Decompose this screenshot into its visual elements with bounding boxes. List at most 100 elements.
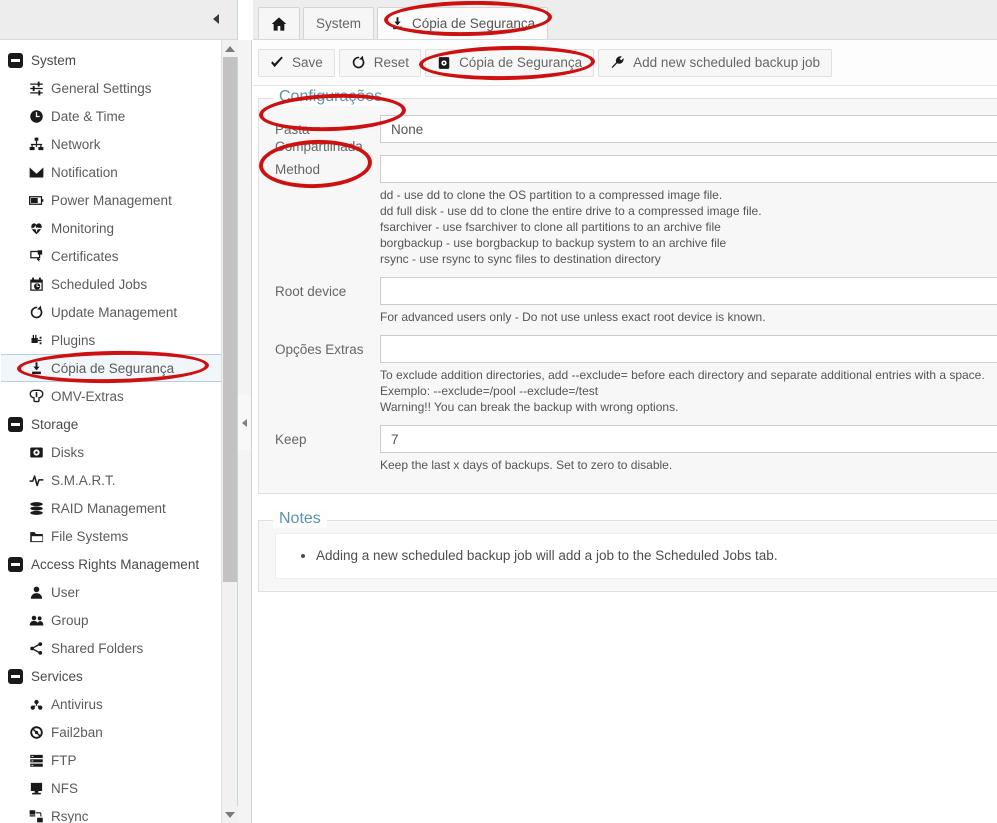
clock-icon <box>29 107 51 125</box>
sidebar-item-storage[interactable]: Storage <box>1 410 237 438</box>
sidebar-item-antivirus[interactable]: Antivirus <box>1 690 237 718</box>
sidebar-item-label: Date & Time <box>51 108 126 124</box>
scrollbar-thumb[interactable] <box>223 57 237 582</box>
sidebar-item-label: Access Rights Management <box>31 556 200 572</box>
sidebar-item-system[interactable]: System <box>1 46 237 74</box>
form-row: Method dd - use dd to clone the OS partit… <box>259 155 997 277</box>
navigation-scroll-area[interactable]: System General Settings Date & Time Network… <box>0 40 237 823</box>
sidebar-item-ftp[interactable]: FTP <box>1 746 237 774</box>
sidebar-item-scheduled-jobs[interactable]: Scheduled Jobs <box>1 270 237 298</box>
envelope-icon <box>29 163 51 181</box>
sidebar-item-label: Shared Folders <box>51 640 144 656</box>
field-input-method[interactable] <box>380 155 997 183</box>
sidebar-item-rsync[interactable]: Rsync <box>1 802 237 823</box>
field-label: Pasta Compartilhada <box>275 122 363 154</box>
splitter-collapse-handle[interactable] <box>238 395 251 450</box>
sidebar-item-notification[interactable]: Notification <box>1 158 237 186</box>
sidebar-item-label: RAID Management <box>51 500 166 516</box>
sidebar-item-update-management[interactable]: Update Management <box>1 298 237 326</box>
row-spacer <box>380 143 997 153</box>
sidebar-item-plugins[interactable]: Plugins <box>1 326 237 354</box>
tab-system[interactable]: System <box>303 7 375 39</box>
sidebar-item-access-rights-management[interactable]: Access Rights Management <box>1 550 237 578</box>
field-hint: dd - use dd to clone the OS partition to… <box>380 188 762 266</box>
sidebar-item-label: File Systems <box>51 528 129 544</box>
toolbar-button-label: Cópia de Segurança <box>459 55 583 70</box>
field-hint: For advanced users only - Do not use unl… <box>380 310 766 324</box>
navigation-scrollbar[interactable] <box>221 40 238 823</box>
sidebar-item-general-settings[interactable]: General Settings <box>1 74 237 102</box>
sidebar-item-label: FTP <box>51 752 77 768</box>
sidebar-item-raid-management[interactable]: RAID Management <box>1 494 237 522</box>
sidebar-item-network[interactable]: Network <box>1 130 237 158</box>
sidebar-item-c-pia-de-seguran-a[interactable]: Cópia de Segurança <box>1 354 222 382</box>
field-label: Opções Extras <box>275 342 364 357</box>
sidebar-item-label: Fail2ban <box>51 724 103 740</box>
server-icon <box>29 751 51 769</box>
row-spacer <box>380 415 997 425</box>
field-input-op-es-extras[interactable] <box>380 335 997 363</box>
notes-content: Adding a new scheduled backup job will a… <box>275 533 997 579</box>
sidebar-header <box>0 0 237 40</box>
field-input-keep[interactable]: 7 <box>380 425 997 453</box>
tab-home[interactable] <box>258 7 300 39</box>
sidebar-item-power-management[interactable]: Power Management <box>1 186 237 214</box>
field-label: Method <box>275 162 321 177</box>
collapse-left-panel-icon[interactable] <box>208 11 224 27</box>
heartbeat-icon <box>29 219 51 237</box>
collapse-minus-icon[interactable] <box>8 416 23 432</box>
c-pia-de-seguran-a-button[interactable]: Cópia de Segurança <box>425 48 595 77</box>
collapse-minus-icon[interactable] <box>8 556 23 572</box>
sidebar-item-user[interactable]: User <box>1 578 237 606</box>
tab-c-pia-de-seguran-a[interactable]: Cópia de Segurança <box>377 7 549 39</box>
sidebar-item-nfs[interactable]: NFS <box>1 774 237 802</box>
field-input-root-device[interactable] <box>380 277 997 305</box>
form-toolbar: Save Reset Cópia de Segurança Add new sched… <box>253 40 997 86</box>
scroll-down-arrow-icon[interactable] <box>222 806 238 823</box>
sync-computers-icon <box>29 807 51 823</box>
note-item: Adding a new scheduled backup job will a… <box>316 546 997 566</box>
sidebar-item-label: Antivirus <box>51 696 103 712</box>
notes-list: Adding a new scheduled backup job will a… <box>276 546 997 566</box>
toolbar-button-label: Save <box>292 55 323 70</box>
sidebar-item-certificates[interactable]: Certificates <box>1 242 237 270</box>
settings-form: Pasta Compartilhada None Method dd - use dd… <box>259 99 997 493</box>
field-input-pasta-compartilhada[interactable]: None <box>380 115 997 143</box>
sidebar-item-services[interactable]: Services <box>1 662 237 690</box>
sidebar-item-fail2ban[interactable]: Fail2ban <box>1 718 237 746</box>
user-icon <box>29 583 51 601</box>
field-label: Root device <box>275 284 347 299</box>
main-content-area: System Cópia de Segurança Save Reset Cópia … <box>253 0 997 823</box>
sidebar-item-label: S.M.A.R.T. <box>51 472 116 488</box>
sidebar-item-shared-folders[interactable]: Shared Folders <box>1 634 237 662</box>
collapse-minus-icon[interactable] <box>8 668 23 684</box>
add-new-scheduled-backup-job-button[interactable]: Add new scheduled backup job <box>598 48 833 77</box>
collapse-minus-icon[interactable] <box>8 52 23 68</box>
sidebar-item-label: Notification <box>51 164 118 180</box>
scroll-up-arrow-icon[interactable] <box>222 40 238 57</box>
stack-icon <box>29 499 51 517</box>
sidebar-item-date-time[interactable]: Date & Time <box>1 102 237 130</box>
row-spacer <box>380 267 997 277</box>
row-spacer <box>380 325 997 335</box>
wrench-icon <box>610 55 625 70</box>
sidebar-item-monitoring[interactable]: Monitoring <box>1 214 237 242</box>
reset-button[interactable]: Reset <box>338 48 422 77</box>
save-button[interactable]: Save <box>258 48 335 77</box>
left-navigation-panel: System General Settings Date & Time Network… <box>0 0 238 823</box>
panel-splitter[interactable] <box>238 40 252 823</box>
form-row: Pasta Compartilhada None <box>259 115 997 155</box>
sidebar-item-label: Monitoring <box>51 220 115 236</box>
monitor-icon <box>29 779 51 797</box>
check-icon <box>270 56 284 70</box>
sidebar-item-s-m-a-r-t[interactable]: S.M.A.R.T. <box>1 466 237 494</box>
sidebar-item-disks[interactable]: Disks <box>1 438 237 466</box>
sidebar-item-group[interactable]: Group <box>1 606 237 634</box>
network-icon <box>29 135 51 153</box>
sidebar-item-file-systems[interactable]: File Systems <box>1 522 237 550</box>
sidebar-item-omv-extras[interactable]: OMV-Extras <box>1 382 237 410</box>
sidebar-item-label: General Settings <box>51 80 152 96</box>
sidebar-item-label: OMV-Extras <box>51 388 124 404</box>
sidebar-item-label: User <box>51 584 80 600</box>
pulse-icon <box>29 471 51 489</box>
